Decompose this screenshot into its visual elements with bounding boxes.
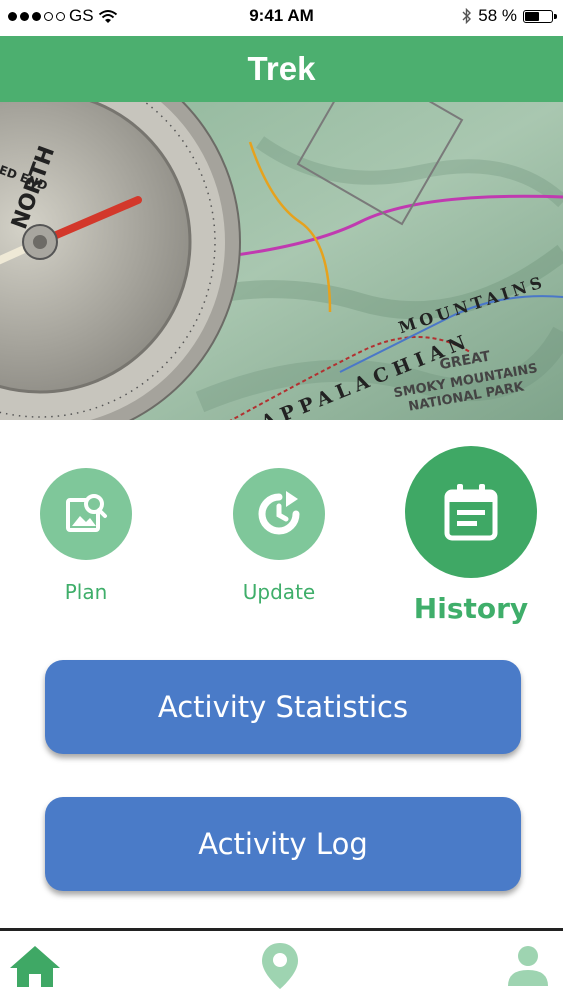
status-bar: GS 9:41 AM 58 % [0,0,563,34]
history-label[interactable]: History [414,592,528,625]
profile-icon [508,946,548,986]
plan-icon-circle[interactable] [40,468,132,560]
update-icon-circle[interactable] [233,468,325,560]
battery-icon [523,9,557,23]
battery-percent: 58 % [478,6,517,25]
update-action-button[interactable]: Update [233,468,325,604]
calendar-icon [444,484,498,541]
activity-statistics-button[interactable]: Activity Statistics [45,660,521,754]
page-title: Trek [247,50,316,87]
history-clock-icon [258,491,300,535]
map-illustration: APPALACHIAN MOUNTAINS GREAT SMOKY MOUNTA… [0,102,563,420]
activity-log-button[interactable]: Activity Log [45,797,521,891]
tab-profile[interactable] [493,931,563,1001]
hero-map-image: APPALACHIAN MOUNTAINS GREAT SMOKY MOUNTA… [0,102,563,420]
bottom-tab-bar [0,928,563,1004]
image-search-icon [66,494,107,532]
tab-home[interactable] [0,931,70,1001]
history-icon-circle[interactable] [405,446,537,578]
location-pin-icon [262,943,298,989]
app-header: Trek [0,36,563,102]
status-right: 58 % [462,6,557,26]
update-label[interactable]: Update [243,580,315,604]
plan-label[interactable]: Plan [65,580,108,604]
plan-action-button[interactable]: Plan [40,468,132,604]
history-action-button[interactable]: History [405,446,537,625]
home-icon [10,946,60,987]
action-row: Plan Update History [0,420,563,640]
tab-location[interactable] [245,931,315,1001]
battery-level [525,11,539,21]
bluetooth-icon [462,8,472,24]
